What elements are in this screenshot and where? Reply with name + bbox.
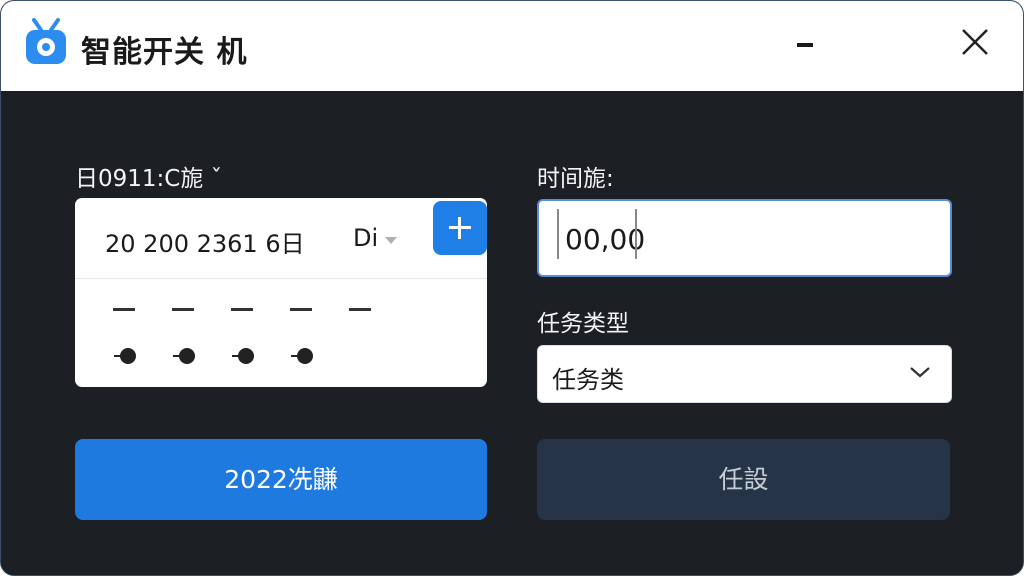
weekday-value: Di bbox=[353, 224, 379, 252]
caret-down-icon bbox=[385, 237, 397, 244]
text-cursor-mark bbox=[635, 209, 637, 259]
task-type-label: 任务类型 bbox=[537, 311, 629, 337]
slot-handle[interactable] bbox=[291, 348, 313, 364]
weekday-select[interactable]: Di bbox=[351, 220, 411, 256]
slot-dash bbox=[231, 308, 253, 311]
slot-dash bbox=[172, 308, 194, 311]
chevron-down-icon bbox=[910, 367, 930, 378]
minimize-button[interactable] bbox=[785, 27, 825, 63]
close-icon bbox=[962, 29, 988, 55]
time-value: 00,00 bbox=[565, 223, 646, 256]
slot-dash bbox=[113, 308, 135, 311]
app-window: 智能开关 机 日0911:C旎 ˇ 20 200 2361 6日 Di 时间旎:… bbox=[0, 0, 1024, 576]
date-value[interactable]: 20 200 2361 6日 bbox=[105, 224, 305, 259]
date-row: 20 200 2361 6日 Di bbox=[75, 198, 487, 279]
task-type-value: 任务类 bbox=[552, 366, 624, 394]
slot-handle[interactable] bbox=[232, 348, 254, 364]
time-label: 时间旎: bbox=[537, 166, 614, 192]
time-input[interactable]: 00,00 bbox=[537, 199, 952, 277]
task-type-select[interactable]: 任务类 bbox=[537, 345, 952, 403]
date-picker-panel: 20 200 2361 6日 Di bbox=[75, 198, 487, 387]
date-label[interactable]: 日0911:C旎 ˇ bbox=[75, 159, 222, 193]
tv-icon bbox=[26, 18, 66, 64]
app-title: 智能开关 机 bbox=[81, 35, 248, 70]
title-bar: 智能开关 机 bbox=[1, 1, 1023, 93]
slot-handle[interactable] bbox=[114, 348, 136, 364]
slot-handle[interactable] bbox=[173, 348, 195, 364]
add-button[interactable] bbox=[433, 201, 487, 255]
close-button[interactable] bbox=[953, 23, 997, 63]
secondary-action-button[interactable]: 任設 bbox=[537, 439, 950, 520]
slot-dash bbox=[290, 308, 312, 311]
slot-dash bbox=[349, 308, 371, 311]
text-caret bbox=[557, 209, 559, 259]
primary-action-button[interactable]: 2022冼鼸 bbox=[75, 439, 487, 520]
